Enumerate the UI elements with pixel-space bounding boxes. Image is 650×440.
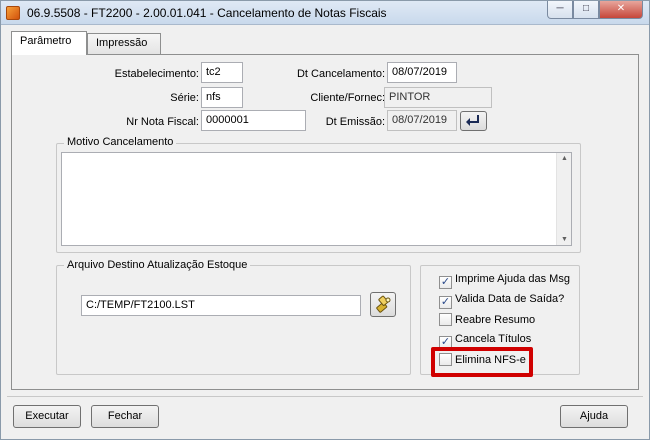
valida-data-check[interactable]: ✓: [439, 296, 452, 309]
cliente-fornec-field: PINTOR: [384, 87, 492, 108]
tab-parametro[interactable]: Parâmetro: [11, 31, 87, 55]
annotation-highlight-box: [431, 347, 533, 377]
tab-impressao[interactable]: Impressão: [87, 33, 161, 55]
minimize-button[interactable]: ─: [547, 1, 573, 19]
dt-emissao-label: Dt Emissão:: [325, 116, 385, 128]
reabre-resumo-label: Reabre Resumo: [455, 314, 536, 326]
estabelecimento-field[interactable]: tc2: [201, 62, 243, 83]
dt-emissao-field: 08/07/2019: [387, 110, 457, 131]
cliente-fornec-label: Cliente/Fornec:: [310, 92, 385, 104]
reabre-resumo-checkbox[interactable]: Reabre Resumo: [439, 313, 535, 329]
motivo-scrollbar[interactable]: ▲ ▼: [556, 153, 571, 245]
window-title: 06.9.5508 - FT2200 - 2.00.01.041 - Cance…: [27, 6, 387, 20]
executar-button[interactable]: Executar: [13, 405, 81, 428]
dt-cancelamento-field[interactable]: 08/07/2019: [387, 62, 457, 83]
cancela-titulos-label: Cancela Títulos: [455, 333, 532, 345]
bottom-divider: [7, 396, 643, 397]
serie-label: Série:: [170, 92, 199, 104]
scroll-up-icon[interactable]: ▲: [561, 155, 568, 162]
app-icon: [6, 6, 20, 20]
valida-data-label: Valida Data de Saída?: [455, 293, 565, 305]
title-bar[interactable]: 06.9.5508 - FT2200 - 2.00.01.041 - Cance…: [1, 1, 649, 25]
imprime-ajuda-check[interactable]: ✓: [439, 276, 452, 289]
close-window-button[interactable]: ✕: [599, 1, 643, 19]
imprime-ajuda-checkbox[interactable]: ✓ Imprime Ajuda das Msg: [439, 273, 570, 289]
motivo-cancelamento-text: [62, 153, 571, 159]
motivo-cancelamento-legend: Motivo Cancelamento: [64, 136, 177, 148]
valida-data-checkbox[interactable]: ✓ Valida Data de Saída?: [439, 293, 564, 309]
motivo-cancelamento-textarea[interactable]: ▲ ▼: [61, 152, 572, 246]
scroll-down-icon[interactable]: ▼: [561, 236, 568, 243]
arquivo-destino-field[interactable]: C:/TEMP/FT2100.LST: [81, 295, 361, 316]
imprime-ajuda-label: Imprime Ajuda das Msg: [455, 273, 570, 285]
serie-field[interactable]: nfs: [201, 87, 243, 108]
reabre-resumo-check[interactable]: [439, 313, 452, 326]
ajuda-button[interactable]: Ajuda: [560, 405, 628, 428]
fechar-button[interactable]: Fechar: [91, 405, 159, 428]
maximize-button[interactable]: □: [573, 1, 599, 19]
browse-file-button[interactable]: [370, 292, 396, 317]
app-window: 06.9.5508 - FT2200 - 2.00.01.041 - Cance…: [0, 0, 650, 440]
nr-nota-fiscal-label: Nr Nota Fiscal:: [126, 116, 199, 128]
return-icon: [466, 115, 479, 126]
return-button[interactable]: [460, 111, 487, 131]
dt-cancelamento-label: Dt Cancelamento:: [296, 68, 385, 80]
arquivo-destino-legend: Arquivo Destino Atualização Estoque: [64, 259, 251, 271]
flashlight-icon: [376, 295, 391, 313]
estabelecimento-label: Estabelecimento:: [114, 68, 199, 80]
arquivo-destino-group: [56, 265, 411, 375]
